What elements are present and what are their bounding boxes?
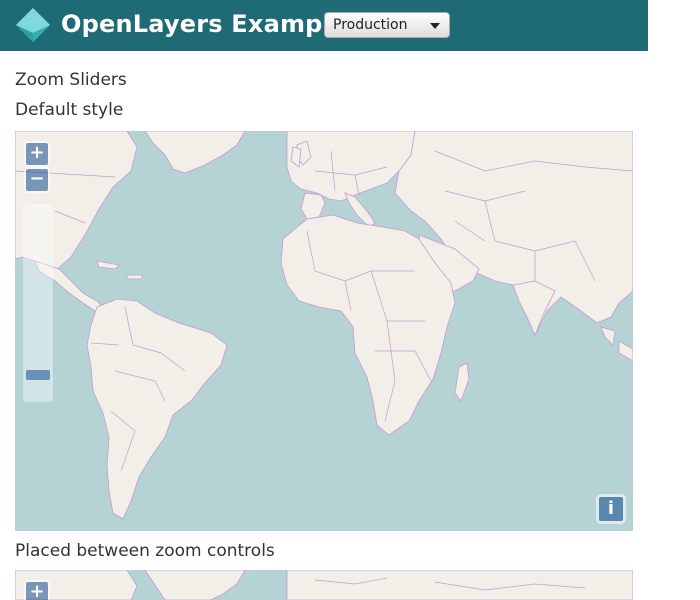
version-select[interactable]: Production — [324, 12, 450, 38]
zoom-in-button[interactable]: + — [26, 143, 48, 165]
map-placed-between-controls[interactable]: + — [15, 570, 633, 600]
world-basemap — [15, 131, 633, 520]
page-title: Zoom Sliders — [15, 70, 127, 90]
map-default-style[interactable]: + − i — [15, 131, 633, 531]
section-heading-placed-between: Placed between zoom controls — [15, 541, 275, 561]
section-heading-default-style: Default style — [15, 100, 124, 120]
openlayers-logo-icon[interactable] — [14, 6, 52, 44]
zoom-slider[interactable] — [23, 204, 53, 402]
zoom-slider-thumb[interactable] — [26, 370, 50, 380]
attribution-button[interactable]: i — [599, 497, 623, 521]
version-select-value: Production — [333, 17, 408, 33]
zoom-in-button[interactable]: + — [26, 582, 48, 600]
zoom-out-button[interactable]: − — [26, 169, 48, 191]
world-basemap — [15, 570, 633, 600]
navbar: OpenLayers Examples Production — [0, 0, 648, 51]
brand-title[interactable]: OpenLayers Examples — [61, 9, 362, 39]
chevron-down-icon — [430, 23, 440, 29]
